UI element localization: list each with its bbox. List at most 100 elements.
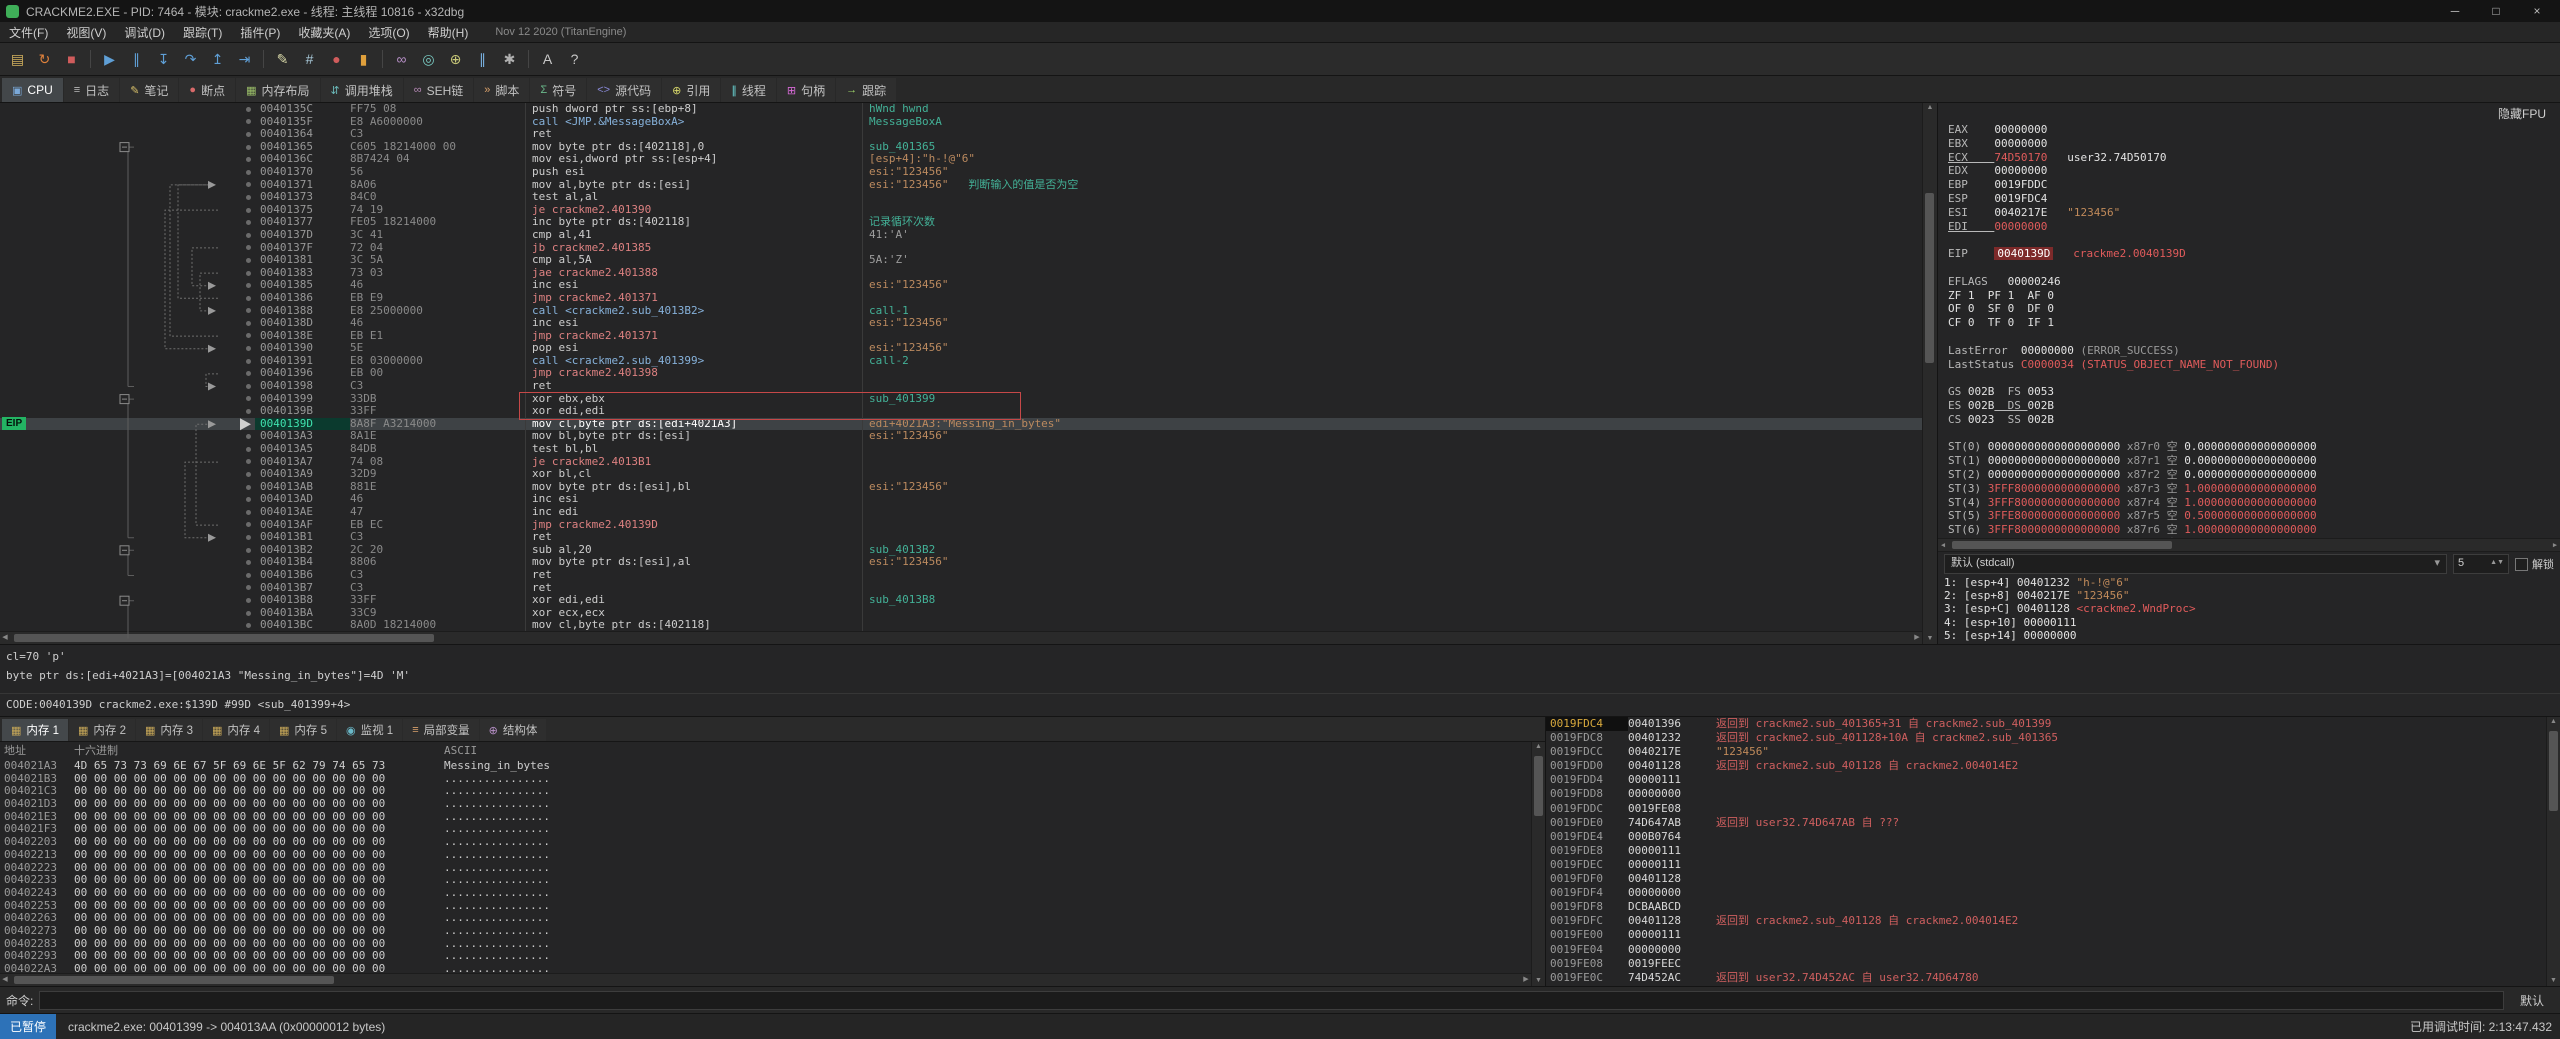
stack-row[interactable]: 0019FDC4 00401396 返回到 crackme2.sub_401365+… [1546, 717, 2546, 732]
menu-item[interactable]: 帮助(H) [419, 23, 478, 42]
disasm-row[interactable]: 004013AE 47 inc edi [0, 505, 1922, 519]
dump-row[interactable]: 00402233 00 00 00 00 00 00 00 00 00 00 00… [0, 873, 1531, 887]
step-out-button[interactable]: ↥ [204, 46, 231, 72]
register-line[interactable]: ST(0) 00000000000000000000 x87r0 空 0.000… [1948, 440, 2560, 454]
dump-tab-mem4[interactable]: ▦ 内存 4 [203, 719, 269, 741]
dump-row[interactable]: 004021A3 4D 65 73 73 69 6E 67 5F 69 6E 5F… [0, 760, 1531, 773]
close-button[interactable]: × [2520, 4, 2554, 18]
stack-row[interactable]: 0019FDC8 00401232 返回到 crackme2.sub_401128+… [1546, 731, 2546, 745]
register-line[interactable]: ST(2) 00000000000000000000 x87r2 空 0.000… [1948, 468, 2560, 482]
tab-breakpoints[interactable]: ● 断点 [179, 78, 236, 102]
minimize-button[interactable]: ─ [2438, 4, 2472, 18]
register-line[interactable] [1948, 261, 2560, 275]
breakpoint-button[interactable]: ● [323, 46, 350, 72]
menu-item[interactable]: 收藏夹(A) [289, 23, 359, 42]
register-line[interactable]: ESP 0019FDC4 [1948, 192, 2560, 206]
scroll-left-icon[interactable]: ◀ [1938, 539, 1948, 551]
run-button[interactable]: ▶ [96, 46, 123, 72]
dump-row[interactable]: 00402213 00 00 00 00 00 00 00 00 00 00 00… [0, 848, 1531, 862]
stack-row[interactable]: 0019FDF4 00000000 [1546, 886, 2546, 900]
scroll-down-icon[interactable]: ▼ [2547, 976, 2560, 986]
tab-script[interactable]: » 脚本 [474, 78, 530, 102]
scroll-thumb[interactable] [1952, 541, 2172, 550]
register-line[interactable]: CF 0 TF 0 IF 1 [1948, 316, 2560, 330]
disasm-row[interactable]: 004013B1 C3 ret [0, 531, 1922, 544]
scroll-down-icon[interactable]: ▼ [1532, 976, 1545, 986]
disasm-row[interactable]: 004013B6 C3 ret [0, 568, 1922, 582]
disasm-row[interactable]: 0040135C FF75 08 push dword ptr ss:[ebp+8]… [0, 103, 1922, 116]
arg-count-spinner[interactable]: 5 ▲▼ [2453, 554, 2509, 575]
settings-button[interactable]: ✱ [496, 46, 523, 72]
disasm-row[interactable]: 00401386 EB E9 jmp crackme2.401371 [0, 291, 1922, 305]
disasm-vscrollbar[interactable]: ▲ ▼ [1922, 103, 1937, 644]
register-line[interactable]: ES 002B DS 002B [1948, 399, 2560, 413]
register-line[interactable]: ST(6) 3FFF8000000000000000 x87r6 空 1.000… [1948, 523, 2560, 537]
disasm-row[interactable]: 0040137D 3C 41 cmp al,41 41:'A' [0, 228, 1922, 242]
command-input[interactable] [39, 990, 2504, 1010]
register-line[interactable]: EBP 0019FDDC [1948, 178, 2560, 192]
scroll-right-icon[interactable]: ▶ [2550, 539, 2560, 551]
restart-button[interactable]: ↻ [31, 46, 58, 72]
run-to-cursor-button[interactable]: ⇥ [231, 46, 258, 72]
tab-cpu[interactable]: ▣ CPU [2, 78, 63, 102]
maximize-button[interactable]: □ [2479, 4, 2513, 18]
dump-tab-watch1[interactable]: ◉ 监视 1 [337, 719, 403, 741]
stack-row[interactable]: 0019FDF8 DCBAABCD [1546, 900, 2546, 914]
dump-row[interactable]: 00402203 00 00 00 00 00 00 00 00 00 00 00… [0, 835, 1531, 849]
disasm-row[interactable]: 00401398 C3 ret [0, 379, 1922, 393]
disasm-row[interactable]: 004013B8 33FF xor edi,edi sub_4013B8 [0, 594, 1922, 607]
scroll-thumb[interactable] [1534, 756, 1543, 816]
scroll-down-icon[interactable]: ▼ [1923, 634, 1937, 644]
stack-row[interactable]: 0019FE08 0019FEEC [1546, 957, 2546, 971]
tab-log[interactable]: ≡ 日志 [63, 78, 120, 102]
menu-item[interactable]: 插件(P) [231, 23, 289, 42]
stack-row[interactable]: 0019FDE8 00000111 [1546, 844, 2546, 858]
stack-row[interactable]: 0019FDD8 00000000 [1546, 787, 2546, 801]
register-line[interactable]: OF 0 SF 0 DF 0 [1948, 302, 2560, 316]
menu-item[interactable]: 视图(V) [57, 23, 115, 42]
scroll-thumb[interactable] [14, 634, 434, 642]
unlock-checkbox[interactable]: 解锁 [2515, 556, 2554, 572]
stack-row[interactable]: 0019FE00 00000111 [1546, 928, 2546, 942]
dump-tab-mem5[interactable]: ▦ 内存 5 [270, 719, 336, 741]
highlight-button[interactable]: ▮ [350, 46, 377, 72]
register-line[interactable]: EIP 0040139D crackme2.0040139D [1948, 247, 2560, 261]
register-line[interactable]: EFLAGS 00000246 [1948, 275, 2560, 289]
disasm-row[interactable]: 00401370 56 push esi esi:"123456" [0, 165, 1922, 179]
dump-row[interactable]: 004022A3 00 00 00 00 00 00 00 00 00 00 00… [0, 962, 1531, 973]
disasm-row[interactable]: 00401364 C3 ret [0, 128, 1922, 141]
argument-row[interactable]: 2: [esp+8] 0040217E "123456" [1944, 589, 2560, 602]
menu-item[interactable]: 跟踪(T) [174, 23, 231, 42]
register-line[interactable] [1948, 330, 2560, 344]
register-line[interactable]: ST(1) 00000000000000000000 x87r1 空 0.000… [1948, 454, 2560, 468]
tab-threads[interactable]: ∥ 线程 [721, 78, 776, 102]
register-line[interactable] [1948, 233, 2560, 247]
argument-row[interactable]: 1: [esp+4] 00401232 "h-!@"6" [1944, 576, 2560, 589]
menu-item[interactable]: 调试(D) [115, 23, 174, 42]
register-line[interactable]: LastStatus C0000034 (STATUS_OBJECT_NAME_… [1948, 358, 2560, 372]
menu-item[interactable]: 文件(F) [0, 23, 57, 42]
register-line[interactable]: ECX 74D50170 user32.74D50170 [1948, 151, 2560, 165]
search-button[interactable]: ◎ [415, 46, 442, 72]
command-profile[interactable]: 默认 [2510, 992, 2554, 1009]
stack-row[interactable]: 0019FE04 00000000 [1546, 943, 2546, 957]
scroll-thumb[interactable] [1925, 193, 1934, 363]
dump-row[interactable]: 00402243 00 00 00 00 00 00 00 00 00 00 00… [0, 886, 1531, 900]
register-line[interactable]: CS 0023 SS 002B [1948, 413, 2560, 427]
calling-convention-select[interactable]: 默认 (stdcall) ▾ [1944, 554, 2447, 575]
tab-references[interactable]: ⊕ 引用 [662, 78, 721, 102]
dump-tab-mem1[interactable]: ▦ 内存 1 [2, 719, 68, 741]
dump-row[interactable]: 004021D3 00 00 00 00 00 00 00 00 00 00 00… [0, 797, 1531, 811]
register-line[interactable]: ST(5) 3FFE8000000000000000 x87r5 空 0.500… [1948, 509, 2560, 523]
menu-item[interactable]: 选项(O) [359, 23, 418, 42]
dump-tab-mem3[interactable]: ▦ 内存 3 [136, 719, 202, 741]
register-line[interactable]: EDI 00000000 [1948, 220, 2560, 234]
disasm-row[interactable]: 004013A5 84DB test bl,bl [0, 442, 1922, 456]
scroll-up-icon[interactable]: ▲ [2547, 717, 2560, 727]
scroll-thumb[interactable] [2549, 731, 2558, 811]
disasm-row[interactable]: 0040139B 33FF xor edi,edi [0, 405, 1922, 418]
register-line[interactable]: GS 002B FS 0053 [1948, 385, 2560, 399]
tab-symbols[interactable]: Σ 符号 [530, 78, 587, 102]
comment-button[interactable]: # [296, 46, 323, 72]
register-line[interactable] [1948, 371, 2560, 385]
